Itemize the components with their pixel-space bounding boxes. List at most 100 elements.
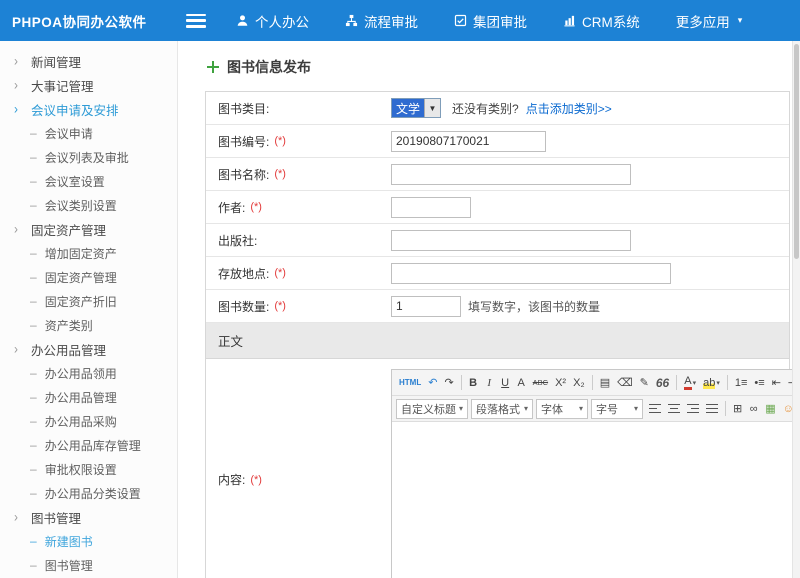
- sidebar-section[interactable]: ›图书管理: [0, 505, 177, 529]
- sidebar-item-label: 新建图书: [45, 533, 93, 550]
- sidebar-section[interactable]: ›大事记管理: [0, 73, 177, 97]
- field-value: [391, 159, 789, 190]
- hamburger-menu-icon[interactable]: [186, 14, 206, 28]
- editor-content-area[interactable]: [392, 422, 792, 578]
- font-size-select-value: 字号: [596, 401, 618, 417]
- field-label: 图书名称:(*): [206, 166, 391, 183]
- vertical-scrollbar[interactable]: [792, 41, 800, 578]
- underline-button[interactable]: U: [498, 373, 513, 393]
- required-mark: (*): [274, 135, 286, 147]
- sidebar-item-label: 图书管理: [45, 557, 93, 574]
- eraser-button[interactable]: ⌫: [614, 373, 636, 393]
- ordered-list-button[interactable]: 1≡: [732, 373, 751, 393]
- align-left-button[interactable]: [646, 399, 664, 419]
- sidebar-item[interactable]: –办公用品分类设置: [0, 481, 177, 505]
- align-right-button[interactable]: [684, 399, 702, 419]
- text-input[interactable]: [391, 197, 471, 218]
- dash-marker: –: [30, 126, 37, 140]
- sidebar-item[interactable]: –增加固定资产: [0, 241, 177, 265]
- unordered-list-button[interactable]: •≡: [751, 373, 767, 393]
- undo-button-icon: ↶: [428, 376, 437, 389]
- caret-down-icon: ▾: [693, 379, 697, 387]
- sidebar-item[interactable]: –资产类别: [0, 313, 177, 337]
- align-center-button[interactable]: [665, 399, 683, 419]
- text-input[interactable]: [391, 296, 461, 317]
- sidebar-item[interactable]: –办公用品领用: [0, 361, 177, 385]
- undo-button[interactable]: ↶: [425, 373, 440, 393]
- outdent-button[interactable]: ⇤: [769, 373, 784, 393]
- sidebar-item[interactable]: –图书管理: [0, 553, 177, 577]
- sidebar-item-label: 增加固定资产: [45, 245, 117, 262]
- sidebar-item[interactable]: –办公用品采购: [0, 409, 177, 433]
- text-input[interactable]: [391, 131, 546, 152]
- field-label: 存放地点:(*): [206, 265, 391, 282]
- sidebar-item-label: 办公用品领用: [45, 365, 117, 382]
- category-select[interactable]: 文学 ▼: [391, 98, 441, 118]
- sidebar: ›新闻管理›大事记管理›会议申请及安排–会议申请–会议列表及审批–会议室设置–会…: [0, 41, 178, 578]
- field-label: 作者:(*): [206, 199, 391, 216]
- paste-button-icon: ▤: [600, 376, 610, 389]
- font-color-button[interactable]: A▾: [681, 373, 699, 393]
- nav-crm-system[interactable]: CRM系统: [563, 11, 640, 31]
- eraser-button-icon: ⌫: [617, 376, 633, 389]
- sidebar-section[interactable]: ›固定资产管理: [0, 217, 177, 241]
- bold-button[interactable]: B: [466, 373, 481, 393]
- sidebar-item[interactable]: –办公用品库存管理: [0, 433, 177, 457]
- nav-more-apps[interactable]: 更多应用▾: [676, 11, 743, 31]
- sidebar-item[interactable]: –新建图书: [0, 529, 177, 553]
- sidebar-item[interactable]: –固定资产折旧: [0, 289, 177, 313]
- add-category-link[interactable]: 点击添加类别>>: [526, 100, 612, 117]
- flow-icon: [345, 14, 358, 27]
- field-value: [391, 225, 789, 256]
- align-left-button-icon: [649, 404, 661, 414]
- text-input[interactable]: [391, 263, 671, 284]
- nav-process-approval[interactable]: 流程审批: [345, 11, 418, 31]
- sidebar-item[interactable]: –审批权限设置: [0, 457, 177, 481]
- italic-button[interactable]: I: [482, 373, 497, 393]
- link-button[interactable]: ∞: [746, 399, 761, 419]
- subscript-button-icon: X₂: [573, 377, 585, 389]
- image-button[interactable]: ▦: [762, 399, 778, 419]
- sidebar-item[interactable]: –会议室设置: [0, 169, 177, 193]
- html-source-button[interactable]: HTML: [396, 373, 424, 393]
- font-size-select[interactable]: 字号▾: [591, 399, 643, 419]
- indent-button[interactable]: ⇥: [785, 373, 792, 393]
- align-justify-button-icon: [706, 404, 718, 414]
- form-row: 存放地点:(*): [206, 257, 789, 290]
- dash-marker: –: [30, 318, 37, 332]
- blockquote-button[interactable]: 66: [653, 373, 672, 393]
- nav-personal-office[interactable]: 个人办公: [236, 11, 309, 31]
- custom-title-select[interactable]: 自定义标题▾: [396, 399, 468, 419]
- form-row: 图书名称:(*): [206, 158, 789, 191]
- superscript-button[interactable]: X²: [552, 373, 569, 393]
- emoticon-button[interactable]: ☺: [780, 399, 792, 419]
- paste-button[interactable]: ▤: [597, 373, 613, 393]
- font-family-select[interactable]: 字体▾: [536, 399, 588, 419]
- highlight-color-button[interactable]: ab▾: [700, 373, 723, 393]
- image-button-icon: ▦: [765, 402, 775, 415]
- format-brush-button[interactable]: ✎: [637, 373, 652, 393]
- table-button[interactable]: ⊞: [730, 399, 745, 419]
- sidebar-section[interactable]: ›会议申请及安排: [0, 97, 177, 121]
- scrollbar-thumb[interactable]: [794, 44, 799, 259]
- text-input[interactable]: [391, 164, 631, 185]
- nav-label: 集团审批: [473, 11, 527, 31]
- paragraph-format-select[interactable]: 段落格式▾: [471, 399, 533, 419]
- sidebar-item[interactable]: –会议列表及审批: [0, 145, 177, 169]
- strikethrough-button[interactable]: ABC: [530, 373, 551, 393]
- text-input[interactable]: [391, 230, 631, 251]
- subscript-button[interactable]: X₂: [570, 373, 588, 393]
- underline-button-icon: U: [501, 377, 509, 389]
- sidebar-item[interactable]: –会议类别设置: [0, 193, 177, 217]
- nav-group-approval[interactable]: 集团审批: [454, 11, 527, 31]
- sidebar-item[interactable]: –办公用品管理: [0, 385, 177, 409]
- field-value: [391, 192, 789, 223]
- align-justify-button[interactable]: [703, 399, 721, 419]
- sidebar-section[interactable]: ›新闻管理: [0, 49, 177, 73]
- caret-down-icon: ▾: [459, 404, 463, 413]
- redo-button[interactable]: ↷: [441, 373, 456, 393]
- sidebar-section[interactable]: ›办公用品管理: [0, 337, 177, 361]
- sidebar-item[interactable]: –会议申请: [0, 121, 177, 145]
- sidebar-item[interactable]: –固定资产管理: [0, 265, 177, 289]
- font-style-button[interactable]: A: [514, 373, 529, 393]
